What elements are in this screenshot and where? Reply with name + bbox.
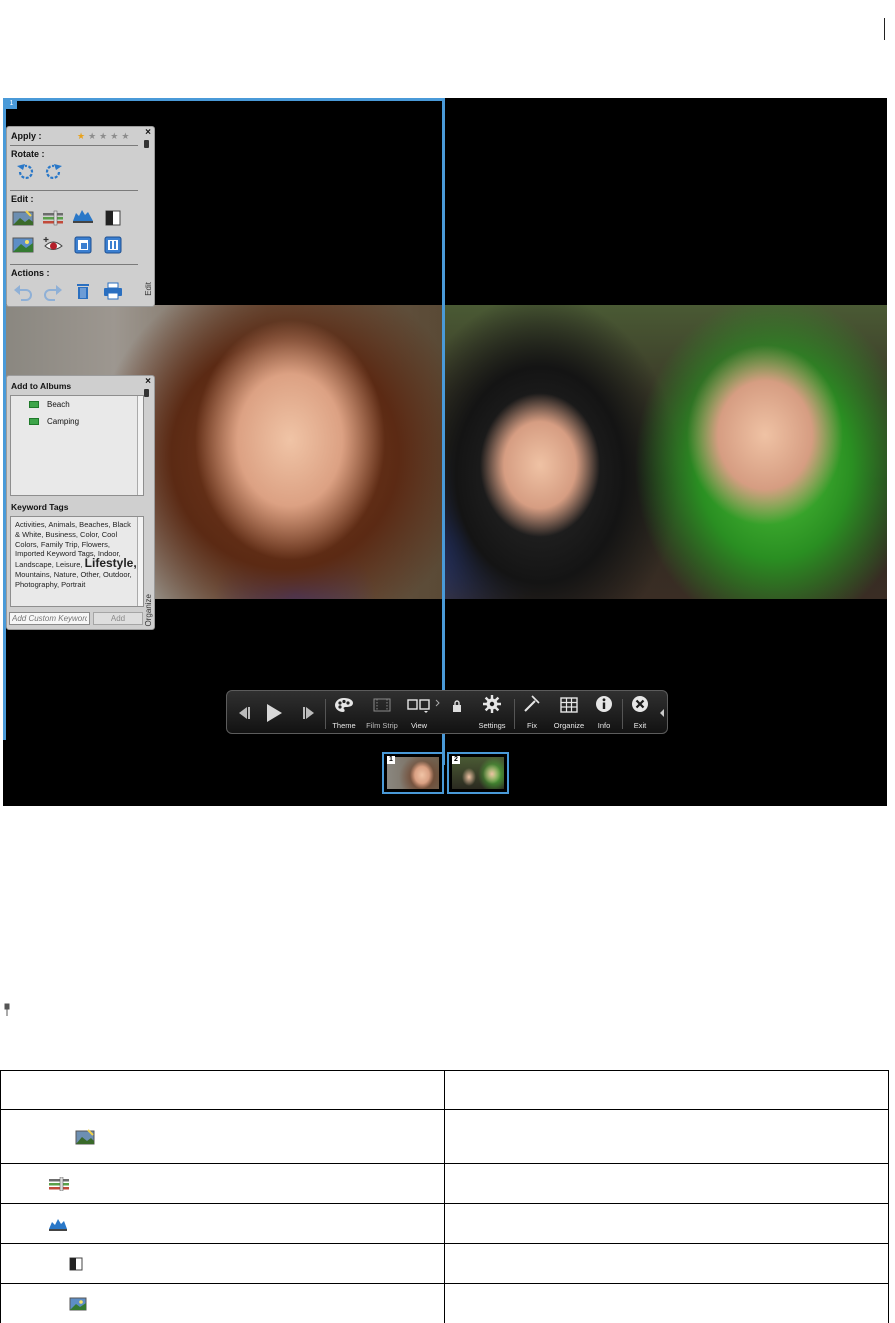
rotate-left-icon[interactable]	[14, 163, 36, 181]
collapse-bar-button[interactable]	[658, 691, 666, 735]
table-row	[0, 1283, 889, 1323]
table-row	[0, 1109, 889, 1164]
auto-smart-fix-icon	[75, 1129, 95, 1145]
close-icon	[632, 696, 648, 712]
auto-levels-icon[interactable]	[72, 207, 94, 225]
auto-sharpen-icon	[69, 1297, 87, 1310]
thumbnail-number: 1	[387, 756, 395, 764]
grid-icon	[560, 697, 578, 713]
organize-panel: × Organize Add to Albums Beach Camping K…	[6, 375, 155, 630]
print-icon[interactable]	[102, 282, 124, 300]
star-2-icon[interactable]: ★	[88, 131, 96, 141]
albums-list[interactable]: Beach Camping	[10, 395, 144, 496]
table-row	[0, 1203, 889, 1244]
thumbnail-2[interactable]: 2	[447, 752, 509, 794]
film-strip-icon	[373, 698, 391, 712]
auto-sharpen-icon[interactable]	[12, 236, 34, 254]
custom-keywords-input[interactable]	[9, 612, 90, 625]
undo-icon[interactable]	[12, 283, 34, 301]
table-row	[0, 1163, 889, 1204]
close-edit-panel-button[interactable]: ×	[145, 127, 151, 139]
exit-button[interactable]: Exit	[627, 691, 653, 735]
redo-icon[interactable]	[42, 283, 64, 301]
view-layout-icon	[407, 699, 430, 713]
star-5-icon[interactable]: ★	[121, 131, 129, 141]
thumbnail-1[interactable]: 1	[382, 752, 444, 794]
add-keyword-button[interactable]: Add	[93, 612, 143, 625]
table-header-row	[0, 1070, 889, 1110]
add-to-slideshow-icon[interactable]	[102, 236, 124, 254]
star-4-icon[interactable]: ★	[110, 131, 118, 141]
star-1-icon[interactable]: ★	[77, 131, 85, 141]
info-icon	[596, 696, 612, 712]
album-item-camping[interactable]: Camping	[29, 417, 79, 426]
edit-label: Edit :	[11, 194, 34, 204]
play-button[interactable]	[263, 691, 285, 735]
next-icon	[303, 707, 314, 719]
next-button[interactable]	[299, 691, 319, 735]
crop-icon[interactable]	[72, 236, 94, 254]
slide-number-badge: 1	[6, 99, 17, 109]
lock-icon	[453, 700, 461, 712]
albums-scrollbar[interactable]	[137, 396, 143, 495]
actions-label: Actions :	[11, 268, 50, 278]
auto-levels-icon	[49, 1218, 67, 1231]
auto-color-icon[interactable]	[42, 209, 64, 227]
previous-button[interactable]	[233, 691, 255, 735]
play-icon	[267, 704, 282, 722]
auto-color-icon	[49, 1176, 69, 1191]
albums-title: Add to Albums	[11, 381, 72, 391]
auto-smart-fix-icon[interactable]	[12, 209, 34, 227]
fix-button[interactable]: Fix	[519, 691, 545, 735]
chevron-left-icon	[660, 709, 664, 717]
keyword-tags-cloud[interactable]: Activities, Animals, Beaches, Black & Wh…	[10, 516, 144, 607]
rotate-right-icon[interactable]	[43, 163, 65, 181]
star-3-icon[interactable]: ★	[99, 131, 107, 141]
view-more-arrow[interactable]	[435, 691, 441, 735]
album-icon	[29, 401, 39, 408]
info-button[interactable]: Info	[591, 691, 617, 735]
star-rating[interactable]: ★ ★ ★ ★ ★	[77, 131, 129, 141]
gear-icon	[483, 695, 501, 713]
edit-panel: × Edit Apply : ★ ★ ★ ★ ★ Rotate : Edit :	[6, 126, 155, 307]
slideshow-screen: 1 × Edit Apply : ★ ★ ★ ★ ★ Rotate : Edit…	[3, 98, 887, 806]
slideshow-control-bar: Theme Film Strip View Settings Fix Organ…	[226, 690, 668, 734]
palette-icon	[335, 698, 353, 712]
view-button[interactable]: View	[403, 691, 435, 735]
organize-panel-tab-label: Organize	[144, 594, 153, 627]
close-organize-panel-button[interactable]: ×	[145, 376, 151, 388]
previous-icon	[239, 707, 250, 719]
keywords-title: Keyword Tags	[11, 502, 69, 512]
fix-wand-icon	[524, 695, 540, 712]
film-strip-button[interactable]: Film Strip	[363, 691, 401, 735]
rotate-label: Rotate :	[11, 149, 45, 159]
red-eye-fix-icon[interactable]	[42, 236, 64, 254]
album-item-beach[interactable]: Beach	[29, 400, 70, 409]
icon-reference-table	[0, 1070, 889, 1323]
pin-icon[interactable]	[144, 140, 149, 148]
keywords-scrollbar[interactable]	[137, 517, 143, 606]
pin-icon[interactable]	[144, 389, 149, 397]
auto-contrast-icon	[69, 1257, 83, 1270]
edit-panel-tab-label: Edit	[144, 282, 153, 296]
pushpin-icon	[4, 1003, 10, 1016]
table-row	[0, 1243, 889, 1284]
settings-button[interactable]: Settings	[475, 691, 509, 735]
apply-label: Apply :	[11, 131, 42, 141]
thumbnail-number: 2	[452, 756, 460, 764]
album-icon	[29, 418, 39, 425]
theme-button[interactable]: Theme	[329, 691, 359, 735]
organize-button[interactable]: Organize	[549, 691, 589, 735]
chevron-right-icon	[435, 699, 440, 707]
delete-icon[interactable]	[72, 282, 94, 300]
auto-contrast-icon[interactable]	[102, 209, 124, 227]
page-margin-mark	[884, 18, 885, 40]
lock-button[interactable]	[449, 691, 465, 735]
keyword-tags-text[interactable]: Activities, Animals, Beaches, Black & Wh…	[15, 520, 137, 590]
photo-girls-sleeping-bags[interactable]	[445, 305, 887, 599]
